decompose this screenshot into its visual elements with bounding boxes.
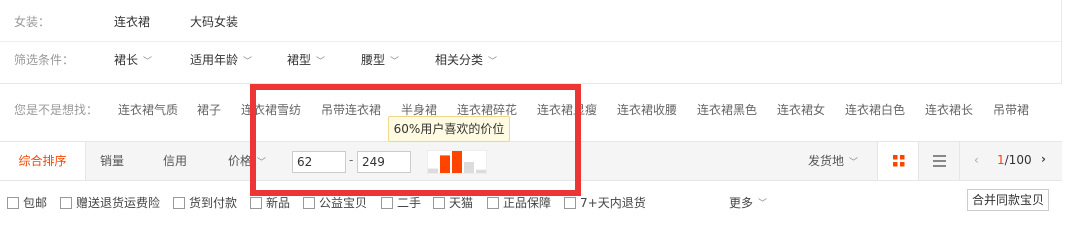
suggest-link[interactable]: 连衣裙长 [925,101,973,118]
chevron-down-icon: ﹀ [143,57,153,67]
category-label: 女装： [14,15,51,29]
tab-sort-default[interactable]: 综合排序 [0,142,86,180]
price-range-dash: - [349,153,354,167]
suggest-link[interactable]: 吊带连衣裙 [321,101,381,118]
chevron-down-icon: ﹀ [257,158,267,168]
tab-sort-price-label: 价格 [228,154,253,168]
filter-skirt-type-label: 裙型 [287,53,312,67]
suggest-link[interactable]: 裙子 [197,101,221,118]
price-min-input[interactable]: 62 [292,151,346,173]
ship-from-dropdown[interactable]: 发货地 ﹀ [808,142,858,180]
category-item-dress[interactable]: 连衣裙 [114,13,150,30]
checkbox-label: 正品保障 [503,196,552,210]
checkbox-icon [303,196,315,209]
chevron-down-icon: ﹀ [316,57,326,67]
suggest-link[interactable]: 连衣裙白色 [845,101,905,118]
checkbox-return-insurance[interactable]: 赠送退货运费险 [60,194,160,211]
checkbox-label: 新品 [266,196,291,210]
category-item-plus-size[interactable]: 大码女装 [190,13,238,30]
checkbox-icon [7,196,19,209]
checkbox-label: 包邮 [23,196,48,210]
suggest-link[interactable]: 连衣裙收腰 [617,101,677,118]
checkbox-label: 二手 [397,196,422,210]
filter-waist-label: 腰型 [361,53,386,67]
checkbox-label: 公益宝贝 [319,196,368,210]
suggest-link[interactable]: 吊带裙 [993,101,1029,118]
suggest-link[interactable]: 连衣裙女 [777,101,825,118]
checkbox-icon [60,196,72,209]
filter-age[interactable]: 适用年龄 ﹀ [190,51,252,68]
chevron-down-icon: ﹀ [488,57,498,67]
pager: 1/100 [997,153,1032,167]
list-icon [933,155,946,167]
checkbox-label: 货到付款 [189,196,238,210]
checkbox-tmall[interactable]: 天猫 [433,194,473,211]
checkbox-second-hand[interactable]: 二手 [381,194,421,211]
price-bar[interactable] [452,151,462,173]
checkbox-cash-on-delivery[interactable]: 货到付款 [173,194,237,211]
price-bar[interactable] [464,162,474,173]
tab-sort-sales[interactable]: 销量 [100,142,124,180]
price-distribution-chart[interactable] [427,150,487,174]
checkbox-label: 赠送退货运费险 [76,196,161,210]
checkbox-icon [564,196,576,209]
filter-skirt-length-label: 裙长 [114,53,139,67]
page-total: /100 [1004,153,1032,167]
filter-age-label: 适用年龄 [190,53,239,67]
filter-skirt-length[interactable]: 裙长 ﹀ [114,51,152,68]
ship-from-label: 发货地 [808,154,845,168]
filter-related[interactable]: 相关分类 ﹀ [435,51,497,68]
list-view-button[interactable] [920,142,960,180]
grid-icon [893,155,905,167]
checkbox-label: 天猫 [449,196,474,210]
tab-sort-price[interactable]: 价格 ﹀ [228,142,266,180]
divider [0,41,1062,42]
merge-same-items-button[interactable]: 合并同款宝贝 [967,189,1049,211]
checkbox-icon [381,196,393,209]
suggest-link[interactable]: 连衣裙黑色 [697,101,757,118]
checkbox-genuine[interactable]: 正品保障 [487,194,551,211]
chevron-down-icon: ﹀ [243,57,253,67]
more-options[interactable]: 更多 ﹀ [729,194,767,211]
filter-related-label: 相关分类 [435,53,484,67]
page-current: 1 [997,153,1005,167]
chevron-down-icon: ﹀ [390,57,400,67]
checkbox-icon [433,196,445,209]
filter-panel [0,0,1062,84]
more-options-label: 更多 [729,196,754,210]
filter-checkboxes: 包邮 赠送退货运费险 货到付款 新品 公益宝贝 二手 天猫 正品保障 7+天内退… [0,187,1062,213]
sort-bar: 综合排序 销量 信用 价格 ﹀ 62 - 249 发货地 ﹀ ‹ 1/100 › [0,141,1062,181]
checkbox-7day-return[interactable]: 7+天内退货 [564,194,646,211]
checkbox-icon [487,196,499,209]
suggest-link[interactable]: 连衣裙雪纺 [241,101,301,118]
suggest-link[interactable]: 连衣裙气质 [118,101,178,118]
checkbox-icon [173,196,185,209]
grid-view-button[interactable] [877,142,919,180]
chevron-down-icon: ﹀ [758,199,768,209]
prev-page-icon[interactable]: ‹ [974,153,979,167]
price-bar[interactable] [476,169,486,173]
price-tooltip: 60%用户喜欢的价位 [388,116,510,142]
tab-sort-credit[interactable]: 信用 [163,142,187,180]
suggest-label: 您是不是想找： [14,103,99,117]
suggest-link[interactable]: 连衣裙显瘦 [537,101,597,118]
checkbox-charity[interactable]: 公益宝贝 [303,194,367,211]
filter-waist[interactable]: 腰型 ﹀ [361,51,399,68]
filter-skirt-type[interactable]: 裙型 ﹀ [287,51,325,68]
checkbox-new[interactable]: 新品 [250,194,290,211]
filter-label: 筛选条件： [14,53,75,67]
price-max-input[interactable]: 249 [357,151,411,173]
next-page-icon[interactable]: › [1041,152,1046,166]
checkbox-icon [250,196,262,209]
chevron-down-icon: ﹀ [849,158,859,168]
price-bar[interactable] [428,168,438,173]
price-bar[interactable] [440,155,450,173]
checkbox-label: 7+天内退货 [580,196,646,210]
checkbox-free-shipping[interactable]: 包邮 [7,194,47,211]
